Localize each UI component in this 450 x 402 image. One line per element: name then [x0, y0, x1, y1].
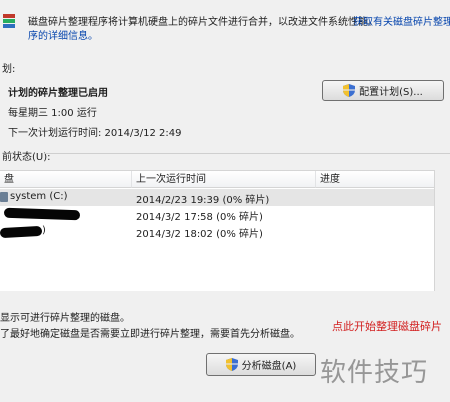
- defrag-app-icon: [3, 14, 15, 28]
- table-row[interactable]: system (C:) 2014/2/23 19:39 (0% 碎片): [0, 189, 434, 206]
- last-run: 2014/3/2 18:02 (0% 碎片): [136, 229, 263, 240]
- footer-note-2: 了最好地确定磁盘是否需要立即进行碎片整理，需要首先分析磁盘。: [0, 329, 300, 340]
- help-link-continuation[interactable]: 序的详细信息。: [28, 27, 98, 42]
- schedule-next-run: 下一次计划运行时间: 2014/3/12 2:49: [8, 128, 182, 139]
- annotation-text: 点此开始整理磁盘碎片: [332, 320, 442, 333]
- disk-name: system (C:): [10, 191, 68, 202]
- column-header-progress[interactable]: 进度: [316, 171, 434, 188]
- column-header-last-run[interactable]: 上一次运行时间: [132, 171, 316, 188]
- analyze-disk-label: 分析磁盘(A): [241, 361, 297, 372]
- disk-list[interactable]: 盘 上一次运行时间 进度 system (C:) 2014/2/23 19:39…: [0, 170, 435, 291]
- intro-description: 磁盘碎片整理程序将计算机硬盘上的碎片文件进行合并，以改进文件系统性能。: [28, 17, 378, 28]
- last-run: 2014/2/23 19:39 (0% 碎片): [136, 195, 270, 206]
- redaction-mark: [0, 225, 43, 239]
- uac-shield-icon: [225, 358, 238, 371]
- help-link[interactable]: 获取有关磁盘碎片整理: [353, 13, 450, 28]
- current-status-label: 前状态(U):: [2, 152, 51, 163]
- divider: [44, 153, 450, 154]
- last-run: 2014/3/2 17:58 (0% 碎片): [136, 212, 263, 223]
- configure-schedule-label: 配置计划(S)...: [359, 87, 423, 98]
- footer-note-1: 显示可进行碎片整理的磁盘。: [0, 313, 130, 324]
- schedule-day-time: 每星期三 1:00 运行: [8, 108, 97, 119]
- watermark: 软件技巧: [320, 358, 429, 388]
- configure-schedule-button[interactable]: 配置计划(S)...: [322, 80, 444, 101]
- schedule-status: 计划的碎片整理已启用: [8, 88, 108, 99]
- table-row[interactable]: ) 2014/3/2 18:02 (0% 碎片): [0, 223, 434, 240]
- drive-icon: [0, 192, 8, 202]
- disk-name: ): [42, 225, 46, 236]
- analyze-disk-button[interactable]: 分析磁盘(A): [206, 353, 316, 376]
- schedule-section-title: 划:: [2, 64, 16, 75]
- redaction-mark: [3, 207, 81, 221]
- uac-shield-icon: [343, 84, 356, 97]
- column-header-disk[interactable]: 盘: [0, 171, 132, 188]
- table-row[interactable]: 2014/3/2 17:58 (0% 碎片): [0, 206, 434, 223]
